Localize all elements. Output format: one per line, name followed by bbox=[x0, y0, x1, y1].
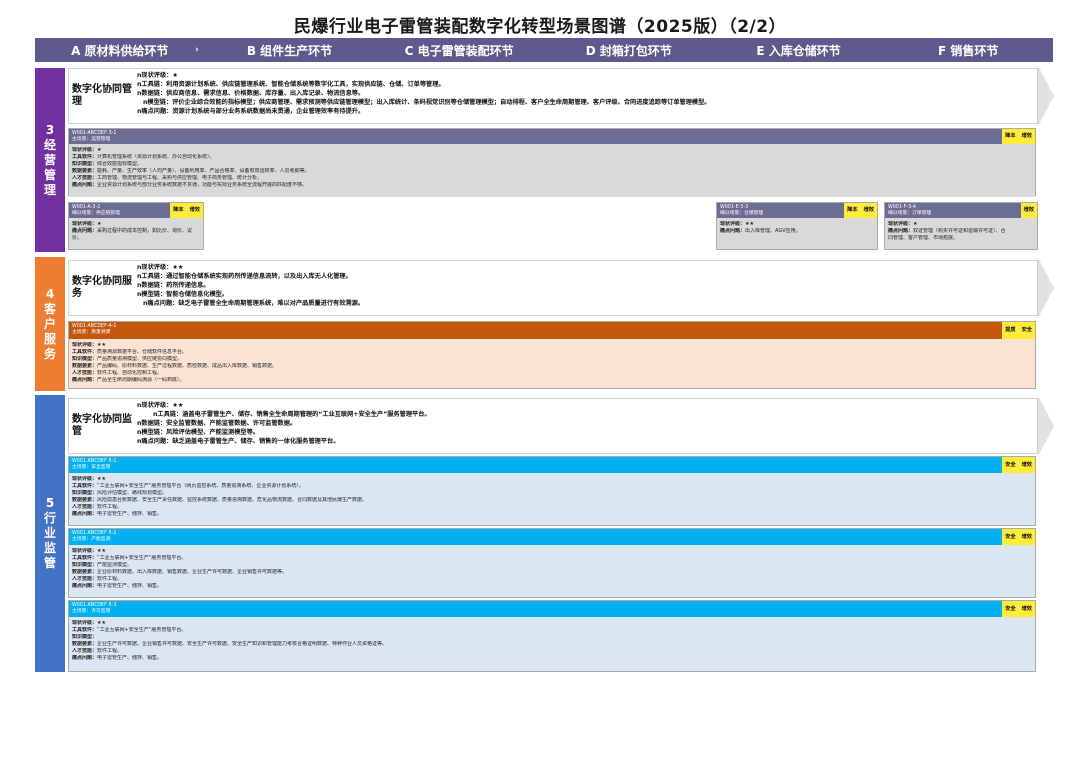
scene-card-5-3: W001-ABCDEF-5-3 主场景：许可监管 安全 增效 现状评级：★★ 工… bbox=[68, 600, 1036, 672]
scene-card-3-3: W001-E-3-3 细分场景：仓储管理 降本 增效 现状评级：★★ 痛点问题：… bbox=[716, 202, 878, 250]
overview-name: 数字化协同服务 bbox=[72, 276, 132, 299]
overview-collab-management: 数字化协同管理 n现状评级：★ n工具链：利用资源计划系统、供应链管理系统、智能… bbox=[68, 68, 1038, 124]
tag-safety: 安全 bbox=[1002, 457, 1019, 473]
overview-name: 数字化协同监管 bbox=[72, 414, 132, 437]
card-header: W001-ABCDEF-5-2 主场景：产能监测 安全 增效 bbox=[69, 529, 1035, 545]
arrow-right-icon bbox=[1038, 396, 1054, 456]
card-header: W001-ABCDEF-3-1 主场景：运营管理 降本 增效 bbox=[69, 129, 1035, 144]
overview-lines: n现状评级：★★ n工具链：通过智能仓储系统实现药剂传递信息流转，以及出入库无人… bbox=[137, 264, 364, 307]
section-label-4: 4 客 户 服 务 bbox=[35, 257, 65, 391]
card-body: 现状评级：★ 痛点问题：采购过程中的成本控制，如比价、询价、议价。 bbox=[69, 218, 203, 249]
tag-safety: 安全 bbox=[1018, 322, 1035, 339]
tag-group: 安全 增效 bbox=[1002, 601, 1035, 617]
tag-group: 降本 增效 bbox=[844, 203, 877, 218]
scene-card-5-2: W001-ABCDEF-5-2 主场景：产能监测 安全 增效 现状评级：★★ 工… bbox=[68, 528, 1036, 598]
scene-card-4-1: W001-ABCDEF-4-1 主场景：质量溯源 提质 安全 现状评级：★★ 工… bbox=[68, 321, 1036, 389]
card-body: 现状评级：★ 痛点问题：双证管理（购买许可证和运输许可证）、合 同管理、客户管理… bbox=[885, 218, 1037, 249]
tag-group: 提质 安全 bbox=[1002, 322, 1035, 339]
overview-collab-service: 数字化协同服务 n现状评级：★★ n工具链：通过智能仓储系统实现药剂传递信息流转… bbox=[68, 260, 1038, 316]
tag-efficiency: 增效 bbox=[860, 203, 877, 218]
stage-label: B 组件生产环节 bbox=[246, 43, 333, 58]
overview-collab-supervision: 数字化协同监管 n现状评级：★★ n工具链：涵盖电子雷管生产、储存、销售全生命周… bbox=[68, 398, 1038, 454]
stage-a: A 原材料供给环节 › bbox=[35, 38, 205, 62]
stage-c: C 电子雷管装配环节 bbox=[374, 38, 544, 62]
tag-quality: 提质 bbox=[1002, 322, 1019, 339]
tag-group: 降本 增效 bbox=[1002, 129, 1035, 144]
stage-label: C 电子雷管装配环节 bbox=[404, 43, 514, 58]
overview-lines: n现状评级：★★ n工具链：涵盖电子雷管生产、储存、销售全生命周期管理的“工业互… bbox=[137, 402, 431, 445]
tag-group: 降本 增效 bbox=[170, 203, 203, 218]
stage-label: D 封箱打包环节 bbox=[585, 43, 672, 58]
card-header: W001-A-3-2 细分场景：供应链管理 降本 增效 bbox=[69, 203, 203, 218]
tag-cost-reduction: 降本 bbox=[170, 203, 187, 218]
stage-label: F 销售环节 bbox=[938, 43, 999, 58]
overview-name: 数字化协同管理 bbox=[72, 84, 132, 107]
section-label-5: 5 行 业 监 管 bbox=[35, 395, 65, 672]
tag-efficiency: 增效 bbox=[1018, 529, 1035, 545]
card-header: W001-ABCDEF-4-1 主场景：质量溯源 提质 安全 bbox=[69, 322, 1035, 339]
tag-cost-reduction: 降本 bbox=[844, 203, 861, 218]
card-body: 现状评级：★★ 工具软件：“工业互联网+安全生产”服务管理平台（网页监控系统、质… bbox=[69, 473, 1035, 525]
scene-card-5-1: W001-ABCDEF-5-1 主场景：安全监管 安全 增效 现状评级：★★ 工… bbox=[68, 456, 1036, 526]
card-header: W001-F-3-4 细分场景：订单管理 增效 bbox=[885, 203, 1037, 218]
card-body: 现状评级：★★ 工具软件：“工业互联网+安全生产”服务管理平台。 知识模型：产能… bbox=[69, 545, 1035, 597]
card-body: 现状评级：★ 工具软件：计算机管理系统（资源计划系统、办公自动化系统）。 知识模… bbox=[69, 144, 1035, 197]
stage-label: A 原材料供给环节 bbox=[71, 43, 169, 58]
tag-safety: 安全 bbox=[1002, 529, 1019, 545]
arrow-right-icon bbox=[1038, 258, 1054, 318]
section-label-3: 3 经 营 管 理 bbox=[35, 68, 65, 252]
card-body: 现状评级：★★ 工具软件：质量溯源数据平台、仓储软件信息平台。 知识模型：产品质… bbox=[69, 339, 1035, 388]
tag-efficiency: 增效 bbox=[1018, 129, 1035, 144]
tag-efficiency: 增效 bbox=[186, 203, 203, 218]
card-header: W001-E-3-3 细分场景：仓储管理 降本 增效 bbox=[717, 203, 877, 218]
card-header: W001-ABCDEF-5-1 主场景：安全监管 安全 增效 bbox=[69, 457, 1035, 473]
tag-efficiency: 增效 bbox=[1020, 203, 1037, 218]
stage-label: E 入库仓储环节 bbox=[756, 43, 841, 58]
scene-card-3-2: W001-A-3-2 细分场景：供应链管理 降本 增效 现状评级：★ 痛点问题：… bbox=[68, 202, 204, 250]
tag-group: 安全 增效 bbox=[1002, 457, 1035, 473]
tag-safety: 安全 bbox=[1002, 601, 1019, 617]
tag-efficiency: 增效 bbox=[1018, 457, 1035, 473]
page-title: 民爆行业电子雷管装配数字化转型场景图谱（2025版）（2/2） bbox=[293, 17, 787, 37]
stage-e: E 入库仓储环节 bbox=[714, 38, 884, 62]
tag-group: 安全 增效 bbox=[1002, 529, 1035, 545]
stage-f: F 销售环节 bbox=[883, 38, 1053, 62]
scene-card-3-1: W001-ABCDEF-3-1 主场景：运营管理 降本 增效 现状评级：★ 工具… bbox=[68, 128, 1036, 197]
tag-cost-reduction: 降本 bbox=[1002, 129, 1019, 144]
tag-group: 增效 bbox=[1020, 203, 1037, 218]
stage-b: B 组件生产环节 bbox=[205, 38, 375, 62]
chevron-right-icon: › bbox=[194, 45, 199, 55]
card-header: W001-ABCDEF-5-3 主场景：许可监管 安全 增效 bbox=[69, 601, 1035, 617]
stage-header-bar: A 原材料供给环节 › B 组件生产环节 C 电子雷管装配环节 D 封箱打包环节… bbox=[35, 38, 1053, 62]
card-body: 现状评级：★★ 工具软件：“工业互联网+安全生产”服务管理平台。 知识模型： 数… bbox=[69, 617, 1035, 671]
stage-d: D 封箱打包环节 bbox=[544, 38, 714, 62]
scene-card-3-4: W001-F-3-4 细分场景：订单管理 增效 现状评级：★ 痛点问题：双证管理… bbox=[884, 202, 1038, 250]
overview-lines: n现状评级：★ n工具链：利用资源计划系统、供应链管理系统、智能仓储系统等数字化… bbox=[137, 72, 711, 115]
tag-efficiency: 增效 bbox=[1018, 601, 1035, 617]
arrow-right-icon bbox=[1038, 66, 1054, 126]
card-body: 现状评级：★★ 痛点问题：出入库管理、AGV应用。 bbox=[717, 218, 877, 249]
